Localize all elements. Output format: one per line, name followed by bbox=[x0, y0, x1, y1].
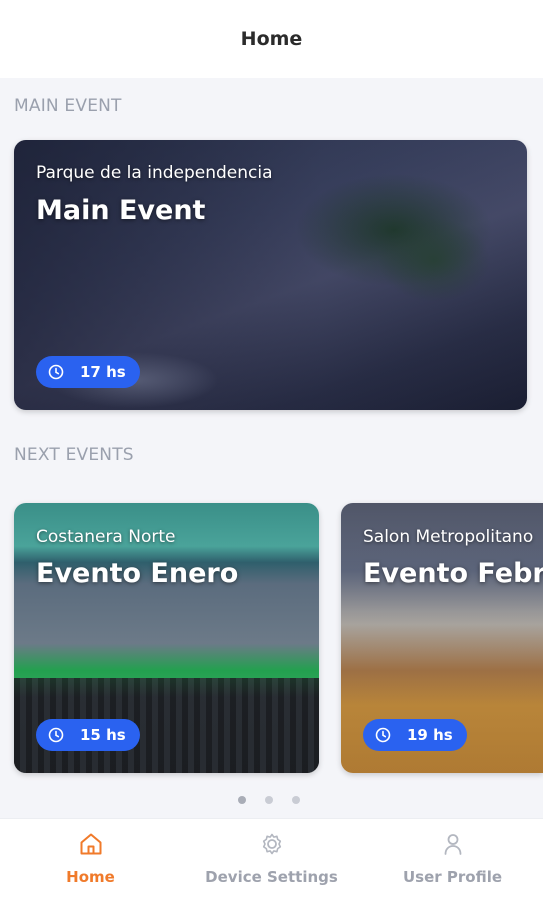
event-location: Parque de la independencia bbox=[36, 163, 273, 183]
pagination-dot[interactable] bbox=[292, 796, 300, 804]
event-time: 17 hs bbox=[80, 363, 126, 381]
event-card[interactable]: Salon Metropolitano Evento Febrero 19 hs bbox=[341, 503, 543, 773]
home-icon bbox=[77, 819, 105, 862]
tab-label: Home bbox=[66, 868, 115, 886]
event-title: Evento Enero bbox=[36, 558, 239, 589]
gear-icon bbox=[258, 819, 286, 862]
tab-user-profile[interactable]: User Profile bbox=[362, 819, 543, 900]
event-title: Main Event bbox=[36, 195, 206, 226]
clock-icon bbox=[48, 364, 64, 380]
page-title: Home bbox=[240, 28, 303, 50]
main-event-card[interactable]: Parque de la independencia Main Event 17… bbox=[14, 140, 527, 410]
tab-label: User Profile bbox=[402, 868, 503, 886]
next-events-section-label: NEXT EVENTS bbox=[14, 445, 134, 465]
event-time: 15 hs bbox=[80, 726, 126, 744]
pagination-dot[interactable] bbox=[265, 796, 273, 804]
clock-icon bbox=[48, 727, 64, 743]
event-card[interactable]: Costanera Norte Evento Enero 15 hs bbox=[14, 503, 319, 773]
carousel-pagination bbox=[238, 796, 300, 804]
event-location: Salon Metropolitano bbox=[363, 527, 534, 547]
main-event-section-label: MAIN EVENT bbox=[14, 96, 122, 116]
clock-icon bbox=[375, 727, 391, 743]
tab-device-settings[interactable]: Device Settings bbox=[181, 819, 362, 900]
pagination-dot[interactable] bbox=[238, 796, 246, 804]
event-title: Evento Febrero bbox=[363, 558, 543, 589]
event-location: Costanera Norte bbox=[36, 527, 176, 547]
event-time: 19 hs bbox=[407, 726, 453, 744]
time-badge: 19 hs bbox=[363, 719, 467, 751]
time-badge: 15 hs bbox=[36, 719, 140, 751]
app-header: Home bbox=[0, 0, 543, 78]
tab-label: Device Settings bbox=[205, 868, 338, 886]
time-badge: 17 hs bbox=[36, 356, 140, 388]
tab-home[interactable]: Home bbox=[0, 819, 181, 900]
user-icon bbox=[439, 819, 467, 862]
bottom-tab-bar: Home Device Settings User Profile bbox=[0, 818, 543, 900]
